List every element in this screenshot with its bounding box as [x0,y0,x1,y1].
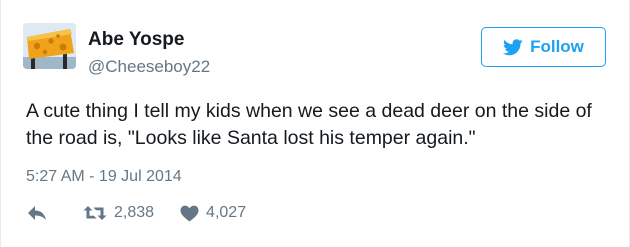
retweet-icon [83,206,107,220]
author-display-name[interactable]: Abe Yospe [88,29,184,51]
tweet-card: Abe Yospe @Cheeseboy22 Follow A cute thi… [0,0,630,247]
follow-button[interactable]: Follow [481,27,606,67]
retweet-count: 2,838 [114,204,155,221]
like-count: 4,027 [206,204,247,221]
cheese-avatar-icon [23,23,76,69]
reply-icon [28,206,46,220]
twitter-bird-icon [503,38,523,55]
tweet-timestamp[interactable]: 5:27 AM - 19 Jul 2014 [26,168,182,186]
heart-icon [180,205,199,221]
author-avatar[interactable] [23,23,76,69]
like-button[interactable]: 4,027 [180,204,246,222]
reply-button[interactable] [27,205,47,221]
author-handle[interactable]: @Cheeseboy22 [88,57,210,77]
tweet-text: A cute thing I tell my kids when we see … [26,100,592,149]
follow-button-label: Follow [530,37,584,56]
tweet-actions: 2,838 4,027 [27,202,246,224]
retweet-button[interactable]: 2,838 [83,204,154,222]
